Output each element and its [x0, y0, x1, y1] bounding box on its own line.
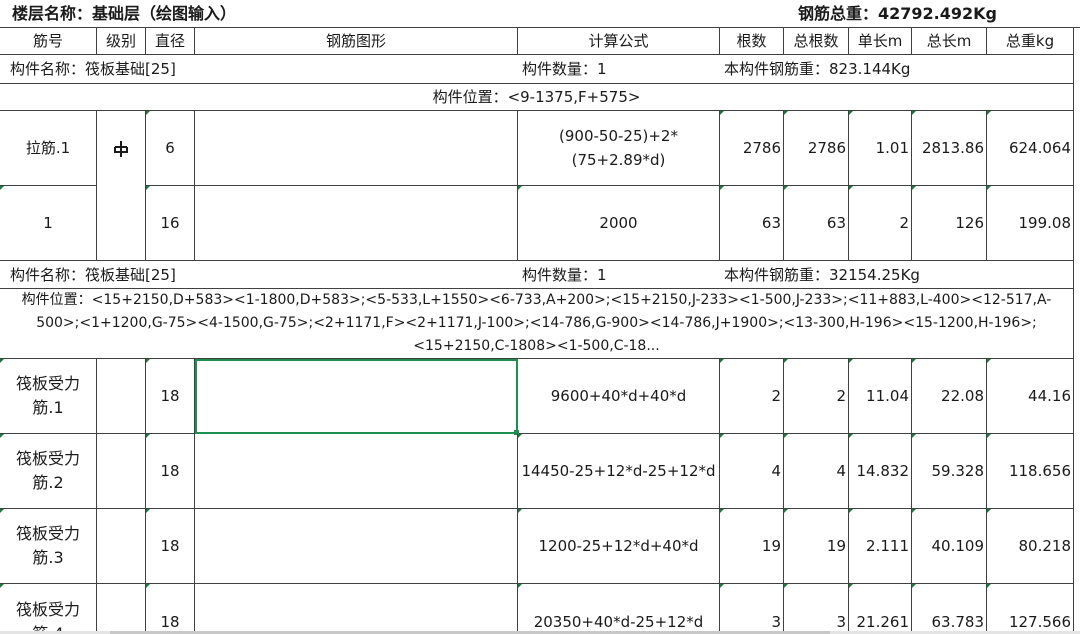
rebar-grade-3-icon — [114, 140, 128, 157]
total-count-cell[interactable]: 3 — [784, 584, 849, 634]
total-weight-cell[interactable]: 44.16 — [987, 359, 1074, 434]
unit-length-cell[interactable]: 2.111 — [849, 509, 912, 584]
count-cell[interactable]: 63 — [720, 186, 784, 261]
rebar-report-sheet: 楼层名称：基础层（绘图输入） 钢筋总重：42792.492Kg 筋号 级别 直径… — [0, 0, 1080, 634]
rebar-shape-cell[interactable] — [195, 584, 518, 634]
col-header-total-count: 总根数 — [784, 28, 849, 55]
unit-length-cell[interactable]: 1.01 — [849, 111, 912, 186]
formula-cell[interactable]: 14450-25+12*d-25+12*d — [518, 434, 720, 509]
total-count-cell[interactable]: 63 — [784, 186, 849, 261]
grade-cell[interactable] — [97, 111, 146, 186]
total-length-cell[interactable]: 59.328 — [912, 434, 987, 509]
rebar-shape-cell-selected[interactable] — [195, 359, 518, 434]
diameter-cell[interactable]: 16 — [146, 186, 195, 261]
col-header-total-length: 总长m — [912, 28, 987, 55]
formula-cell[interactable]: 1200-25+12*d+40*d — [518, 509, 720, 584]
floor-name-title: 楼层名称：基础层（绘图输入） — [0, 0, 780, 28]
unit-length-cell[interactable]: 11.04 — [849, 359, 912, 434]
component-1-name: 构件名称：筏板基础[25] — [0, 55, 518, 84]
col-header-grade: 级别 — [97, 28, 146, 55]
total-weight-cell[interactable]: 118.656 — [987, 434, 1074, 509]
total-count-cell[interactable]: 19 — [784, 509, 849, 584]
total-length-cell[interactable]: 2813.86 — [912, 111, 987, 186]
component-2-weight: 本构件钢筋重：32154.25Kg — [720, 261, 1074, 289]
bar-no-cell[interactable]: 筏板受力筋.3 — [0, 509, 97, 584]
diameter-cell[interactable]: 18 — [146, 434, 195, 509]
component-2-name: 构件名称：筏板基础[25] — [0, 261, 518, 289]
bar-no-cell[interactable]: 1 — [0, 186, 97, 261]
component-2-position: 构件位置：<15+2150,D+583><1-1800,D+583>;<5-53… — [0, 289, 1074, 359]
total-length-cell[interactable]: 63.783 — [912, 584, 987, 634]
total-length-cell[interactable]: 40.109 — [912, 509, 987, 584]
col-header-rebar-shape: 钢筋图形 — [195, 28, 518, 55]
component-1-position: 构件位置：<9-1375,F+575> — [0, 84, 1074, 111]
count-cell[interactable]: 4 — [720, 434, 784, 509]
unit-length-cell[interactable]: 14.832 — [849, 434, 912, 509]
diameter-cell[interactable]: 6 — [146, 111, 195, 186]
rebar-shape-cell[interactable] — [195, 434, 518, 509]
total-rebar-weight: 钢筋总重：42792.492Kg — [780, 0, 1080, 28]
grade-cell[interactable] — [97, 434, 146, 509]
diameter-cell[interactable]: 18 — [146, 359, 195, 434]
component-1-weight: 本构件钢筋重：823.144Kg — [720, 55, 1074, 84]
count-cell[interactable]: 19 — [720, 509, 784, 584]
component-1-count: 构件数量：1 — [518, 55, 720, 84]
total-count-cell[interactable]: 2786 — [784, 111, 849, 186]
bar-no-cell[interactable]: 筏板受力筋.4 — [0, 584, 97, 634]
total-weight-cell[interactable]: 127.566 — [987, 584, 1074, 634]
rebar-shape-cell[interactable] — [195, 509, 518, 584]
formula-cell[interactable]: 2000 — [518, 186, 720, 261]
formula-cell[interactable]: 20350+40*d-25+12*d — [518, 584, 720, 634]
grade-cell[interactable] — [97, 584, 146, 634]
formula-cell[interactable]: 9600+40*d+40*d — [518, 359, 720, 434]
count-cell[interactable]: 2786 — [720, 111, 784, 186]
bar-no-cell[interactable]: 筏板受力筋.1 — [0, 359, 97, 434]
component-2-count: 构件数量：1 — [518, 261, 720, 289]
bar-no-cell[interactable]: 拉筋.1 — [0, 111, 97, 186]
rebar-shape-cell[interactable] — [195, 111, 518, 186]
total-weight-cell[interactable]: 199.08 — [987, 186, 1074, 261]
grade-cell[interactable] — [97, 509, 146, 584]
col-header-formula: 计算公式 — [518, 28, 720, 55]
col-header-bar-no: 筋号 — [0, 28, 97, 55]
total-weight-cell[interactable]: 80.218 — [987, 509, 1074, 584]
total-count-cell[interactable]: 4 — [784, 434, 849, 509]
rebar-shape-cell[interactable] — [195, 186, 518, 261]
unit-length-cell[interactable]: 2 — [849, 186, 912, 261]
grade-cell[interactable] — [97, 186, 146, 261]
total-length-cell[interactable]: 126 — [912, 186, 987, 261]
total-count-cell[interactable]: 2 — [784, 359, 849, 434]
formula-cell[interactable]: (900-50-25)+2*(75+2.89*d) — [518, 111, 720, 186]
col-header-diameter: 直径 — [146, 28, 195, 55]
col-header-total-weight: 总重kg — [987, 28, 1074, 55]
diameter-cell[interactable]: 18 — [146, 584, 195, 634]
total-weight-cell[interactable]: 624.064 — [987, 111, 1074, 186]
col-header-count: 根数 — [720, 28, 784, 55]
diameter-cell[interactable]: 18 — [146, 509, 195, 584]
unit-length-cell[interactable]: 21.261 — [849, 584, 912, 634]
total-length-cell[interactable]: 22.08 — [912, 359, 987, 434]
bar-no-cell[interactable]: 筏板受力筋.2 — [0, 434, 97, 509]
grade-cell[interactable] — [97, 359, 146, 434]
count-cell[interactable]: 2 — [720, 359, 784, 434]
col-header-unit-length: 单长m — [849, 28, 912, 55]
count-cell[interactable]: 3 — [720, 584, 784, 634]
